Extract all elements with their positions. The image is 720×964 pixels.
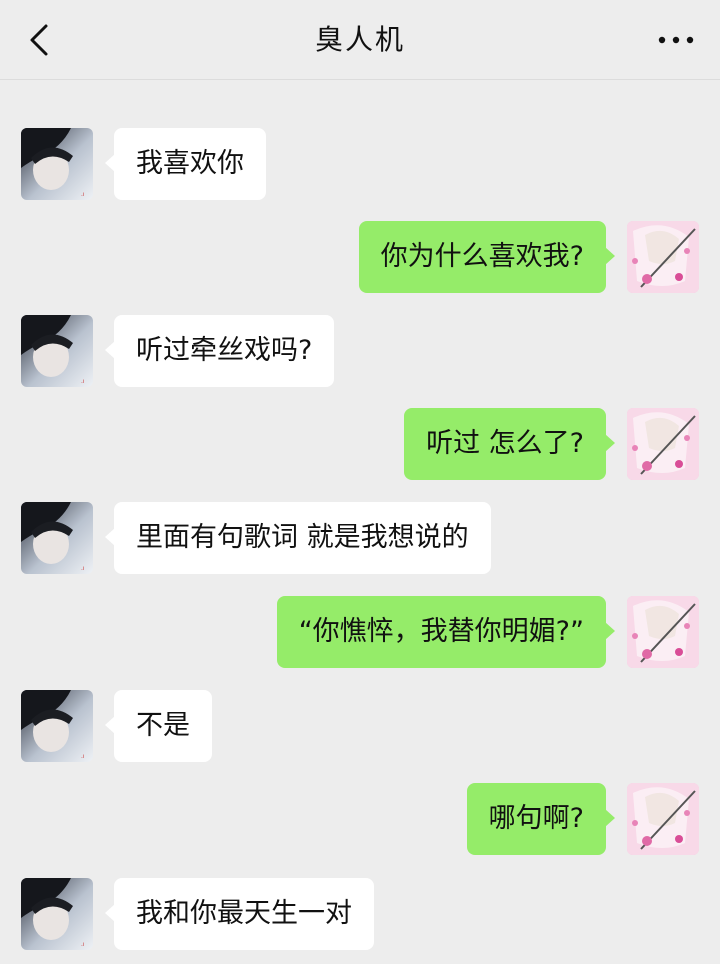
contact-avatar[interactable]: .ı [21,690,93,762]
user-avatar[interactable] [627,783,699,855]
message-bubble-incoming[interactable]: 不是 [105,690,212,762]
svg-text:.ı: .ı [81,941,85,948]
user-avatar[interactable] [627,221,699,293]
message-bubble-incoming[interactable]: 听过牵丝戏吗? [104,315,335,387]
message-bubble-outgoing[interactable]: “你憔悴，我替你明媚?” [276,596,616,668]
message-bubble-incoming[interactable]: 我和你最天生一对 [105,878,374,950]
chat-header: 臭人机 [0,0,720,80]
more-button[interactable] [654,18,698,62]
user-avatar[interactable] [627,408,699,480]
contact-avatar[interactable]: .ı [21,878,93,950]
svg-text:.ı: .ı [81,565,85,572]
svg-text:.ı: .ı [81,191,85,198]
message-bubble-outgoing[interactable]: 哪句啊? [466,783,616,855]
user-avatar[interactable] [627,596,699,668]
contact-avatar[interactable]: .ı [21,315,93,387]
message-bubble-outgoing[interactable]: 你为什么喜欢我? [358,221,616,293]
contact-avatar[interactable]: .ı [21,502,93,574]
message-bubble-outgoing[interactable]: 听过 怎么了? [404,408,615,480]
svg-text:.ı: .ı [81,753,85,760]
svg-text:.ı: .ı [81,378,85,385]
message-bubble-incoming[interactable]: 里面有句歌词 就是我想说的 [105,502,491,574]
message-list[interactable]: .ı 我喜欢你 你为什么喜欢我? .ı 听过牵丝戏吗? 听过 怎么了? .ı 里… [0,80,720,964]
chat-title: 臭人机 [314,23,405,56]
more-horizontal-icon [658,36,694,44]
message-bubble-incoming[interactable]: 我喜欢你 [105,128,266,200]
contact-avatar[interactable]: .ı [21,128,93,200]
